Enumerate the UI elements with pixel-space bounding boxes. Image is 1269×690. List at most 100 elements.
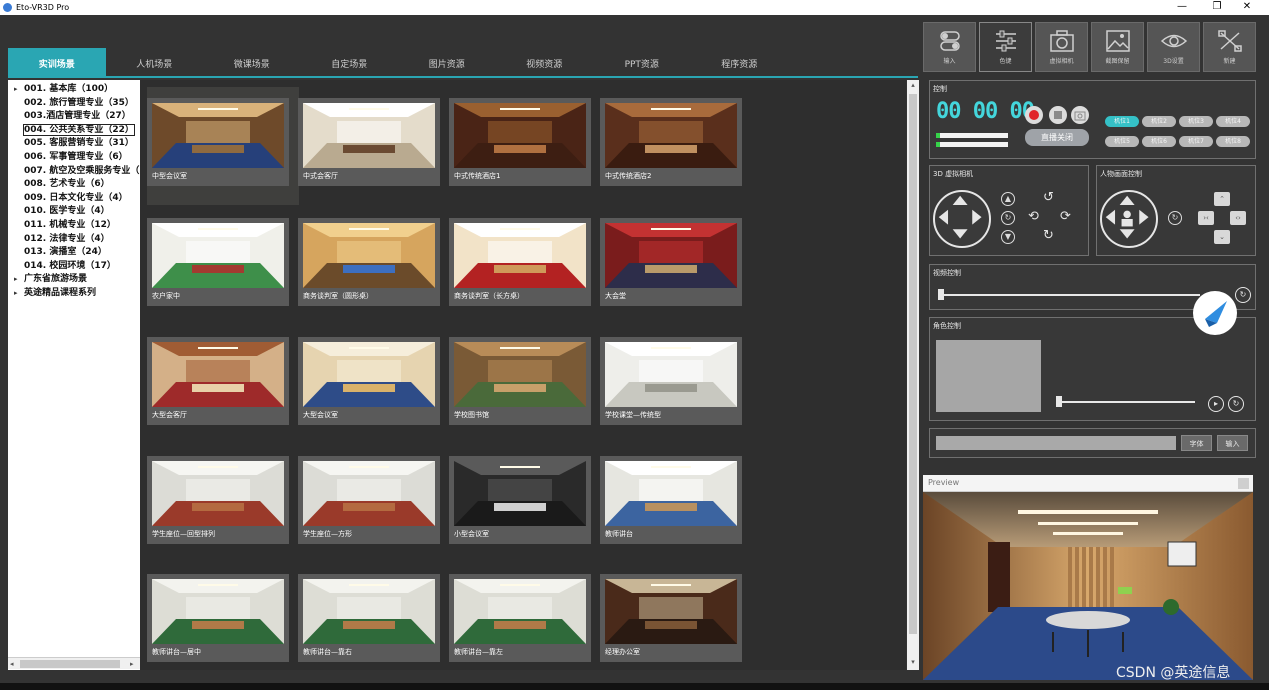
tree-item[interactable]: 014. 校园环境（17） xyxy=(8,260,140,274)
rotate-icon[interactable]: ↻ xyxy=(1001,211,1015,225)
camera-position-7[interactable]: 机位7 xyxy=(1179,136,1213,147)
role-play-button[interactable]: ▸ xyxy=(1208,396,1224,412)
tree-item[interactable]: 008. 艺术专业（6） xyxy=(8,178,140,192)
figure-enlarge-button[interactable]: ‹› xyxy=(1230,211,1246,225)
scroll-down-icon[interactable]: ▾ xyxy=(907,658,919,666)
new-button[interactable]: 新建 xyxy=(1203,22,1256,72)
figure-up-button[interactable]: ⌃ xyxy=(1214,192,1230,206)
input-text-button[interactable]: 输入 xyxy=(1217,435,1248,451)
role-slider-knob[interactable] xyxy=(1056,396,1062,407)
live-toggle-button[interactable]: 直播关闭 xyxy=(1025,129,1089,146)
tree-item[interactable]: 006. 军事管理专业（6） xyxy=(8,151,140,165)
move-up-icon[interactable]: ▲ xyxy=(1001,192,1015,206)
scene-card[interactable]: 商务谈判室（圆形桌） xyxy=(298,218,440,306)
scroll-left-icon[interactable]: ◂ xyxy=(10,658,14,670)
tab-micro-course-scenes[interactable]: 微课场景 xyxy=(203,48,301,78)
expand-arrow-icon[interactable]: ▸ xyxy=(14,273,18,287)
camera-position-1[interactable]: 机位1 xyxy=(1105,116,1139,127)
close-button[interactable]: ✕ xyxy=(1233,0,1261,15)
tree-horizontal-scrollbar[interactable]: ◂ ▸ xyxy=(8,657,140,669)
camera-dpad[interactable] xyxy=(933,190,991,248)
3d-settings-button[interactable]: 3D设置 xyxy=(1147,22,1200,72)
tab-image-resources[interactable]: 图片资源 xyxy=(398,48,496,78)
tree-item-selected[interactable]: 004. 公共关系专业（22） xyxy=(8,123,140,138)
input-button[interactable]: 输入 xyxy=(923,22,976,72)
scene-card[interactable]: 大型会议室 xyxy=(298,337,440,425)
tab-training-scenes[interactable]: 实训场景 xyxy=(8,48,106,78)
figure-shrink-button[interactable]: ›‹ xyxy=(1198,211,1214,225)
move-down-icon[interactable]: ▼ xyxy=(1001,230,1015,244)
camera-position-2[interactable]: 机位2 xyxy=(1142,116,1176,127)
video-replay-button[interactable]: ↻ xyxy=(1235,287,1251,303)
pan-left-icon[interactable]: ⟲ xyxy=(1028,209,1039,224)
screenshot-button[interactable]: 截图保留 xyxy=(1091,22,1144,72)
maximize-button[interactable]: ❐ xyxy=(1203,0,1231,15)
tree-item[interactable]: 003.酒店管理专业（27） xyxy=(8,110,140,124)
scene-card[interactable]: 小型会议室 xyxy=(449,456,591,544)
tab-custom-scenes[interactable]: 自定场景 xyxy=(301,48,399,78)
font-button[interactable]: 字体 xyxy=(1181,435,1212,451)
camera-position-4[interactable]: 机位4 xyxy=(1216,116,1250,127)
tree-item[interactable]: 007. 航空及空乘服务专业（8 xyxy=(8,165,140,179)
role-replay-button[interactable]: ↻ xyxy=(1228,396,1244,412)
scene-card[interactable]: 商务谈判室（长方桌） xyxy=(449,218,591,306)
camera-position-8[interactable]: 机位8 xyxy=(1216,136,1250,147)
grid-vertical-scrollbar[interactable]: ▴ ▾ xyxy=(907,80,919,670)
pan-right-icon[interactable]: ⟳ xyxy=(1060,209,1071,224)
stop-button[interactable] xyxy=(1049,106,1067,124)
minimize-button[interactable]: — xyxy=(1168,0,1196,15)
rotate-figure-icon[interactable]: ↻ xyxy=(1168,211,1182,225)
tree-item[interactable]: ▸ 广东省旅游场景 xyxy=(8,273,140,287)
role-slider-track[interactable] xyxy=(1057,401,1195,403)
scene-card[interactable]: 经理办公室 xyxy=(600,574,742,662)
tab-program-resources[interactable]: 程序资源 xyxy=(691,48,789,78)
scene-card[interactable]: 中式传统酒店2 xyxy=(600,98,742,186)
scene-card[interactable]: 学校图书馆 xyxy=(449,337,591,425)
scene-card[interactable]: 教师讲台—靠左 xyxy=(449,574,591,662)
virtual-camera-button[interactable]: 虚拟相机 xyxy=(1035,22,1088,72)
scene-card[interactable]: 学生座位—回型排列 xyxy=(147,456,289,544)
scroll-thumb[interactable] xyxy=(20,660,120,668)
floating-assistant-icon[interactable] xyxy=(1193,291,1237,335)
scene-card[interactable]: 学生座位—方形 xyxy=(298,456,440,544)
chroma-key-button[interactable]: 色键 xyxy=(979,22,1032,72)
tree-item[interactable]: 002. 旅行管理专业（35） xyxy=(8,97,140,111)
scroll-up-icon[interactable]: ▴ xyxy=(907,81,919,89)
scene-card[interactable]: 教师讲台—靠右 xyxy=(298,574,440,662)
tab-human-machine-scenes[interactable]: 人机场景 xyxy=(106,48,204,78)
scene-card[interactable]: 教师讲台—居中 xyxy=(147,574,289,662)
tree-item[interactable]: 005. 客服营销专业（31） xyxy=(8,137,140,151)
tree-item[interactable]: 009. 日本文化专业（4） xyxy=(8,192,140,206)
video-slider-track[interactable] xyxy=(938,294,1200,296)
expand-arrow-icon[interactable]: ▸ xyxy=(14,83,18,97)
tilt-down-icon[interactable]: ↻ xyxy=(1043,228,1054,243)
tree-item[interactable]: 010. 医学专业（4） xyxy=(8,205,140,219)
expand-arrow-icon[interactable]: ▸ xyxy=(14,287,18,301)
camera-position-5[interactable]: 机位5 xyxy=(1105,136,1139,147)
camera-position-6[interactable]: 机位6 xyxy=(1142,136,1176,147)
tree-item[interactable]: 013. 演播室（24） xyxy=(8,246,140,260)
scene-card[interactable]: 学校课堂—传统型 xyxy=(600,337,742,425)
scene-card[interactable]: 中型会议室 xyxy=(147,98,289,186)
tree-item[interactable]: 012. 法律专业（4） xyxy=(8,233,140,247)
scene-card[interactable]: 大会堂 xyxy=(600,218,742,306)
tree-item[interactable]: ▸ 英途精品课程系列 xyxy=(8,287,140,301)
scroll-right-icon[interactable]: ▸ xyxy=(130,658,134,670)
tab-video-resources[interactable]: 视频资源 xyxy=(496,48,594,78)
figure-down-button[interactable]: ⌄ xyxy=(1214,230,1230,244)
snapshot-button[interactable] xyxy=(1071,106,1089,124)
video-slider-knob[interactable] xyxy=(938,289,944,300)
tilt-up-icon[interactable]: ↺ xyxy=(1043,190,1054,205)
camera-position-3[interactable]: 机位3 xyxy=(1179,116,1213,127)
caption-text-field[interactable] xyxy=(936,436,1176,450)
figure-dpad[interactable] xyxy=(1100,190,1158,248)
scene-card[interactable]: 中式传统酒店1 xyxy=(449,98,591,186)
tab-ppt-resources[interactable]: PPT资源 xyxy=(593,48,691,78)
scene-card[interactable]: 教师讲台 xyxy=(600,456,742,544)
tree-item[interactable]: 011. 机械专业（12） xyxy=(8,219,140,233)
tree-item[interactable]: ▸ 001. 基本库（100） xyxy=(8,83,140,97)
scene-card[interactable]: 中式会客厅 xyxy=(298,98,440,186)
record-button[interactable] xyxy=(1025,106,1043,124)
scene-card[interactable]: 大型会客厅 xyxy=(147,337,289,425)
scroll-thumb[interactable] xyxy=(909,94,917,634)
